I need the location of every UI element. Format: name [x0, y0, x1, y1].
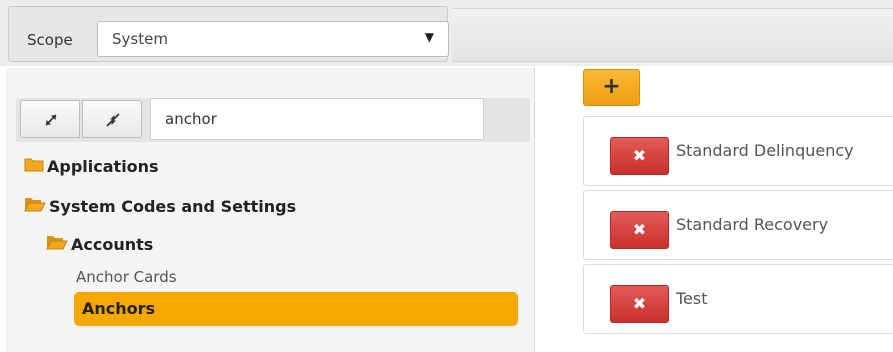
tree-node-accounts[interactable]: Accounts: [46, 234, 153, 254]
folder-closed-icon: [24, 156, 44, 176]
collapse-icon: [106, 113, 120, 127]
folder-open-icon: [46, 234, 68, 254]
list-item-label[interactable]: Standard Recovery: [676, 215, 828, 234]
chevron-down-icon: ▼: [424, 30, 434, 44]
tree-panel: Applications System Codes and Settings A…: [6, 68, 535, 352]
delete-button[interactable]: ✖: [610, 285, 669, 323]
folder-open-icon: [24, 196, 46, 216]
tree-toolbar: [16, 98, 530, 142]
collapse-all-button[interactable]: [82, 100, 142, 138]
tree-node-applications[interactable]: Applications: [24, 156, 159, 176]
tree-node-label: Anchor Cards: [76, 268, 177, 286]
expand-icon: [45, 114, 57, 126]
list-item-label[interactable]: Standard Delinquency: [676, 141, 854, 160]
scope-selected-value: System: [112, 30, 168, 48]
toolbar-area: [452, 8, 893, 62]
tree-node-label: Accounts: [71, 234, 154, 254]
tree-search-input[interactable]: [150, 98, 484, 140]
list-item-label[interactable]: Test: [676, 289, 708, 308]
delete-button[interactable]: ✖: [610, 137, 669, 175]
tree-node-label: System Codes and Settings: [49, 196, 297, 216]
tree-node-label: Anchors: [82, 299, 156, 318]
list-item: ✖ Standard Recovery: [583, 190, 893, 260]
scope-bar: Scope System ▼: [0, 0, 893, 66]
scope-container: Scope System ▼: [8, 6, 449, 62]
list-item: ✖ Test: [583, 264, 893, 334]
tree-node-label: Applications: [47, 156, 159, 176]
delete-button[interactable]: ✖: [610, 211, 669, 249]
tree-node-anchor-cards[interactable]: Anchor Cards: [76, 268, 177, 286]
list-item: ✖ Standard Delinquency: [583, 116, 893, 186]
add-button[interactable]: +: [583, 69, 640, 106]
expand-all-button[interactable]: [20, 100, 80, 138]
scope-label: Scope: [27, 31, 73, 49]
scope-select[interactable]: System ▼: [97, 21, 449, 57]
tree-node-system-codes[interactable]: System Codes and Settings: [24, 196, 296, 216]
tree-node-anchors[interactable]: Anchors: [74, 292, 518, 326]
